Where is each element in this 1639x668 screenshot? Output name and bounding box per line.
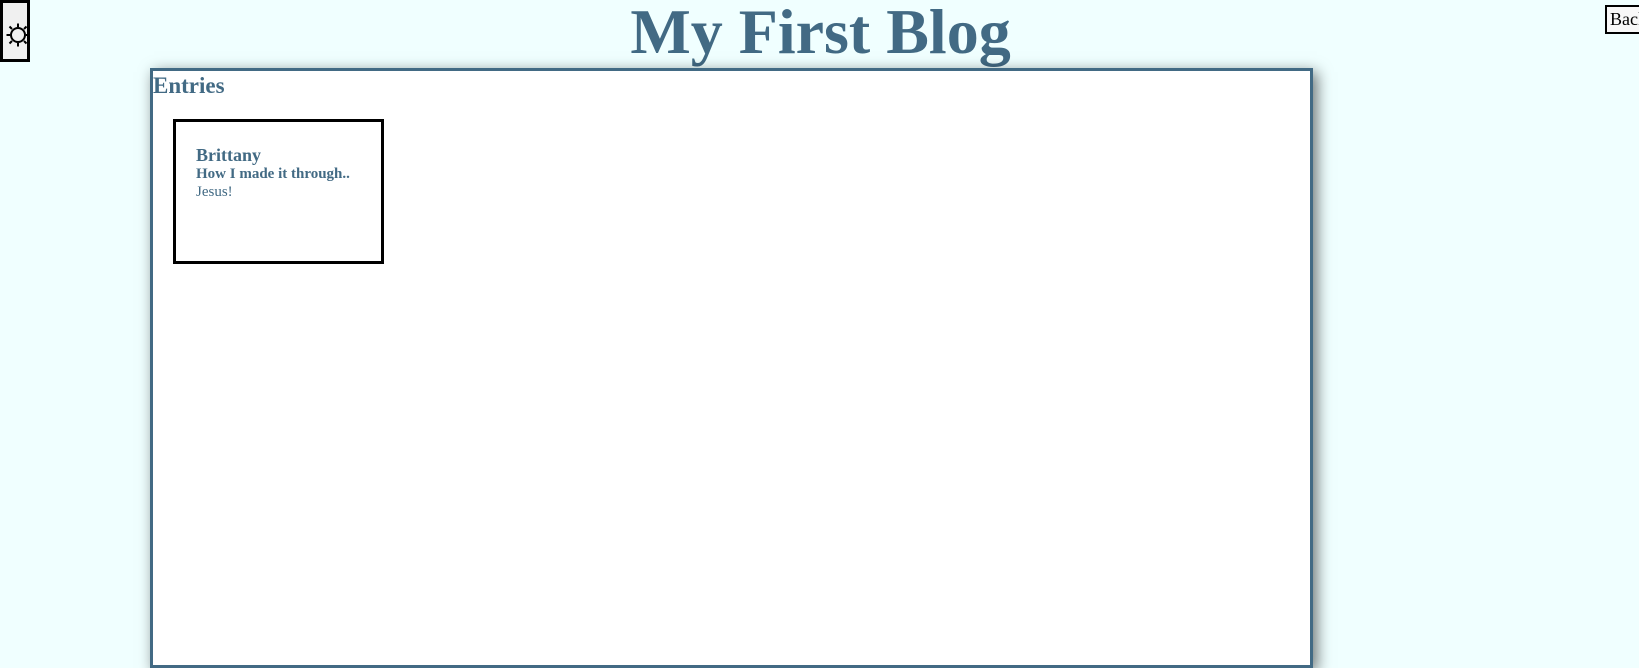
- entries-panel: Entries Brittany How I made it through..…: [150, 68, 1313, 668]
- entry-card[interactable]: Brittany How I made it through.. Jesus!: [173, 119, 384, 264]
- entry-author: Brittany: [196, 145, 261, 165]
- back-button[interactable]: Back: [1605, 5, 1639, 34]
- page-title-text: My First Blog: [630, 0, 1011, 67]
- entries-heading: Entries: [153, 73, 225, 98]
- page-title: My First Blog: [0, 0, 1639, 68]
- entry-body: Jesus!: [196, 184, 233, 200]
- entry-title: How I made it through..: [196, 166, 350, 182]
